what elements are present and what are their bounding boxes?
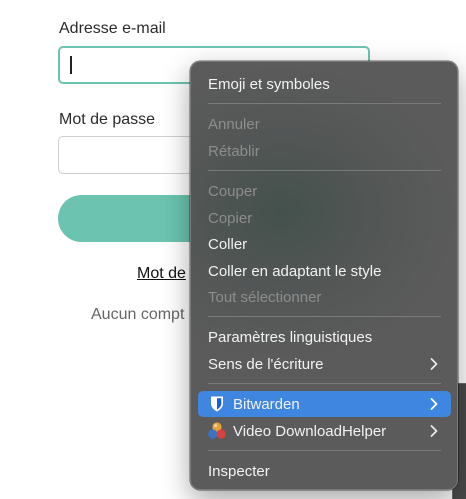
menu-item-paste-match-style[interactable]: Coller en adaptant le style bbox=[198, 258, 451, 284]
menu-item-emoji-symbols[interactable]: Emoji et symboles bbox=[198, 71, 451, 97]
menu-item-writing-direction[interactable]: Sens de l'écriture bbox=[198, 351, 451, 377]
video-downloadhelper-icon bbox=[207, 421, 227, 441]
menu-separator bbox=[208, 450, 441, 451]
menu-item-bitwarden[interactable]: Bitwarden bbox=[198, 391, 451, 417]
menu-separator bbox=[208, 316, 441, 317]
menu-separator bbox=[208, 170, 441, 171]
password-label: Mot de passe bbox=[59, 111, 156, 128]
menu-item-video-downloadhelper[interactable]: Video DownloadHelper bbox=[198, 418, 451, 444]
no-account-text: Aucun compt bbox=[91, 306, 185, 323]
text-caret bbox=[70, 56, 72, 74]
menu-item-redo: Rétablir bbox=[208, 142, 260, 160]
forgot-password-link[interactable]: Mot de bbox=[137, 265, 186, 283]
menu-item-inspect[interactable]: Inspecter bbox=[198, 458, 451, 484]
menu-item-cut: Couper bbox=[208, 182, 258, 200]
menu-item-undo: Annuler bbox=[208, 115, 260, 133]
menu-separator bbox=[208, 383, 441, 384]
menu-item-paste[interactable]: Coller bbox=[198, 231, 451, 257]
chevron-right-icon bbox=[430, 398, 438, 410]
menu-separator bbox=[208, 103, 441, 104]
menu-item-language-settings[interactable]: Paramètres linguistiques bbox=[198, 324, 451, 350]
menu-item-select-all: Tout sélectionner bbox=[208, 288, 322, 306]
bitwarden-shield-icon bbox=[207, 394, 227, 414]
context-menu: Emoji et symboles Annuler Rétablir Coupe… bbox=[190, 61, 458, 490]
chevron-right-icon bbox=[430, 425, 438, 437]
email-label: Adresse e-mail bbox=[59, 20, 166, 37]
menu-item-copy: Copier bbox=[208, 209, 253, 227]
chevron-right-icon bbox=[430, 358, 438, 370]
